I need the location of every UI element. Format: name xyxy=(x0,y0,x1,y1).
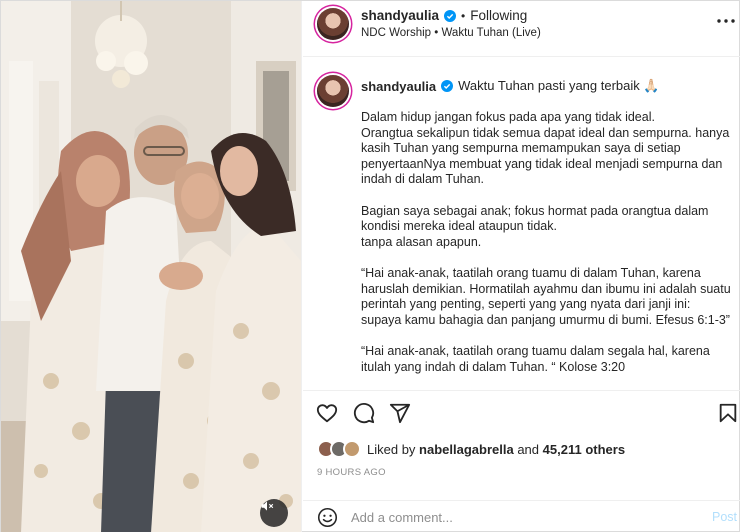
caption-body: Dalam hidup jangan fokus pada apa yang t… xyxy=(361,110,731,390)
caption-author-avatar[interactable] xyxy=(317,75,349,107)
separator-dot: • xyxy=(461,8,466,23)
heart-icon[interactable] xyxy=(316,402,338,424)
bookmark-icon[interactable] xyxy=(717,402,739,424)
comment-icon[interactable] xyxy=(353,402,375,424)
post-timestamp[interactable]: 9 HOURS AGO xyxy=(317,467,386,478)
share-icon[interactable] xyxy=(389,402,411,424)
instagram-post-window: shandyaulia • Following NDC Worship • Wa… xyxy=(0,0,740,532)
comment-bar: Post xyxy=(303,500,740,532)
comment-input[interactable] xyxy=(351,507,691,528)
mute-toggle-button[interactable] xyxy=(260,499,288,527)
author-line: shandyaulia • Following xyxy=(361,8,527,23)
caption-title: Waktu Tuhan pasti yang terbaik 🙏🏻 xyxy=(458,78,660,93)
likes-count-link[interactable]: 45,211 others xyxy=(543,442,625,457)
post-comment-button[interactable]: Post xyxy=(712,510,737,524)
caption-paragraph: “Hai anak-anak, taatilah orang tuamu di … xyxy=(361,265,731,327)
liker-avatar xyxy=(343,440,361,458)
caption-author-username[interactable]: shandyaulia xyxy=(361,79,436,94)
liked-by-and: and xyxy=(517,441,540,457)
caption-header: shandyaulia Waktu Tuhan pasti yang terba… xyxy=(361,78,660,94)
more-options-icon[interactable] xyxy=(716,17,736,25)
liked-by-user-link[interactable]: nabellagabrella xyxy=(419,442,514,457)
liked-by-prefix: Liked by xyxy=(367,441,416,457)
liker-avatars[interactable] xyxy=(317,438,365,460)
post-action-bar xyxy=(303,392,740,432)
audio-track-link[interactable]: NDC Worship • Waktu Tuhan (Live) xyxy=(361,27,541,39)
following-button[interactable]: Following xyxy=(470,8,527,23)
likes-summary: Liked by nabellagabrella and 45,211 othe… xyxy=(317,437,625,461)
caption-paragraph: Bagian saya sebagai anak; fokus hormat p… xyxy=(361,203,709,249)
verified-badge-icon xyxy=(444,9,457,22)
caption-paragraph: Dalam hidup jangan fokus pada apa yang t… xyxy=(361,110,730,187)
post-details-panel: shandyaulia • Following NDC Worship • Wa… xyxy=(303,1,740,532)
verified-badge-icon xyxy=(441,80,454,92)
caption-paragraph: “Hai anak-anak, taatilah orang tuamu dal… xyxy=(361,343,710,374)
post-header: shandyaulia • Following NDC Worship • Wa… xyxy=(303,1,740,57)
author-username[interactable]: shandyaulia xyxy=(361,8,439,23)
family-photo-illustration xyxy=(1,1,301,532)
caption-scroll-area[interactable]: shandyaulia Waktu Tuhan pasti yang terba… xyxy=(303,58,740,391)
muted-speaker-icon xyxy=(261,501,274,511)
post-media-video[interactable] xyxy=(1,1,302,532)
author-avatar[interactable] xyxy=(317,8,349,40)
emoji-icon[interactable] xyxy=(317,507,338,528)
